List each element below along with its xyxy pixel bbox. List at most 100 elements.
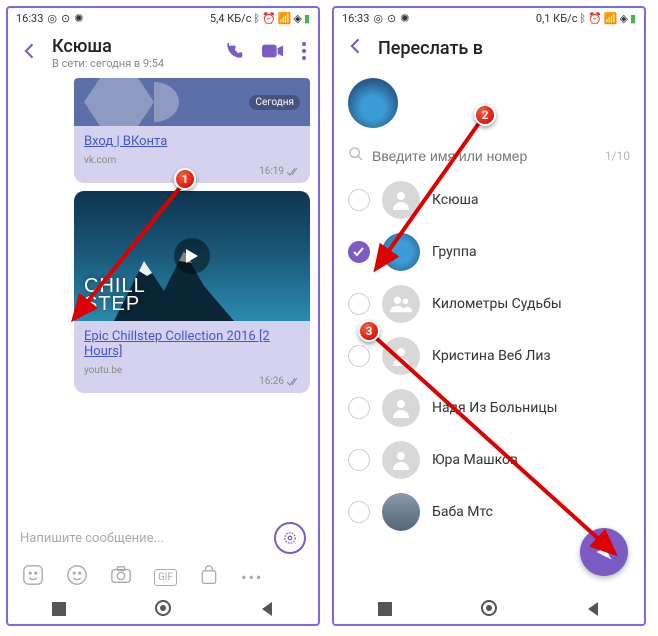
chat-subtitle: В сети: сегодня в 9:54 [52,57,212,70]
radio-checked[interactable] [348,241,370,263]
nav-back-icon[interactable] [260,601,274,620]
send-fab-button[interactable] [580,528,628,576]
video-message[interactable]: CHILLSTEP Epic Chillstep Collection 2016… [74,191,310,393]
message-link[interactable]: Вход | ВКонта [84,134,300,149]
voice-send-button[interactable] [274,522,306,554]
video-thumbnail[interactable]: CHILLSTEP [74,191,310,321]
contact-row[interactable]: Надя Из Больницы [338,382,640,434]
status-bar: 16:33 ◎ ⊙ ✺ 0,1 КБ/с ᛒ ⏰ 📶 ◈ ▮ [334,8,644,28]
battery-icon: ▮ [304,12,310,25]
compose-input[interactable]: Напишите сообщение... [20,531,266,546]
attachment-bar: GIF ••• [8,558,318,596]
annotation-marker-2: 2 [474,104,496,126]
call-icon[interactable] [224,41,244,65]
annotation-marker-1: 1 [174,168,196,190]
data-rate: 0,1 КБ/с [536,12,578,25]
emoji-icon[interactable] [22,564,44,590]
avatar [382,337,420,375]
avatar [382,389,420,427]
wifi-icon: ◈ [619,12,627,25]
more-icon[interactable] [302,42,306,64]
avatar [382,441,420,479]
video-time: 16:26 [84,376,300,387]
nav-home-icon[interactable] [481,600,497,620]
phone-left-chat: 16:33 ◎ ⊙ ✺ 5,4 КБ/с ᛒ ⏰ 📶 ◈ ▮ Ксюша В с… [6,6,320,626]
compass-icon: ⊙ [61,12,70,25]
video-domain: youtu.be [84,365,300,376]
forward-header: Переслать в [334,28,644,68]
contact-name: Километры Судьбы [432,296,562,312]
contact-name: Кристина Веб Лиз [432,348,551,364]
group-avatar-icon [382,285,420,323]
search-input[interactable] [372,148,605,164]
status-time: 16:33 [16,12,43,25]
forward-title: Переслать в [378,38,483,59]
contact-name: Баба Мтс [432,504,493,520]
contact-name: Группа [432,244,477,260]
compose-bar: Напишите сообщение... [8,518,318,558]
search-icon [348,146,364,166]
nav-back-icon[interactable] [586,601,600,620]
radio-unchecked[interactable] [348,501,370,523]
bluetooth-icon: ᛒ [253,12,260,25]
contact-name: Надя Из Больницы [432,400,558,416]
radio-unchecked[interactable] [348,449,370,471]
radio-unchecked[interactable] [348,293,370,315]
video-title-overlay: CHILLSTEP [84,277,146,313]
search-count: 1/10 [605,149,630,163]
battery-icon: ▮ [630,12,636,25]
settings-icon: ✺ [400,12,409,25]
chat-area: Сегодня Вход | ВКонта vk.com 16:19 CHILL… [8,78,318,518]
alarm-icon: ⏰ [262,12,276,25]
compass-icon: ⊙ [387,12,396,25]
video-call-icon[interactable] [262,43,284,63]
camera-icon: ◎ [47,12,57,25]
radio-unchecked[interactable] [348,189,370,211]
contact-row[interactable]: Ксюша [338,174,640,226]
back-arrow-icon[interactable] [20,41,40,65]
video-link[interactable]: Epic Chillstep Collection 2016 [2 Hours] [84,329,300,359]
radio-unchecked[interactable] [348,345,370,367]
annotation-marker-3: 3 [358,320,380,342]
nav-bar [8,596,318,624]
date-label: Сегодня [249,95,300,110]
gif-icon[interactable]: GIF [154,569,177,586]
data-rate: 5,4 КБ/с [210,12,252,25]
contact-name: Юра Машков [432,452,518,468]
play-icon[interactable] [174,238,210,274]
phone-right-forward: 16:33 ◎ ⊙ ✺ 0,1 КБ/с ᛒ ⏰ 📶 ◈ ▮ Переслать… [332,6,646,626]
nav-home-icon[interactable] [155,600,171,620]
contact-row[interactable]: Кристина Веб Лиз [338,330,640,382]
nav-bar [334,596,644,624]
avatar [382,493,420,531]
alarm-icon: ⏰ [588,12,602,25]
contact-row[interactable]: Юра Машков [338,434,640,486]
contact-row[interactable]: Группа [338,226,640,278]
contact-row[interactable]: Километры Судьбы [338,278,640,330]
sticker-icon[interactable] [66,564,88,590]
link-preview-banner[interactable]: Сегодня [74,78,310,126]
signal-icon: 📶 [604,12,618,25]
more-attach-icon[interactable]: ••• [241,568,263,587]
contact-list: Ксюша Группа Километры Судьбы Кристина В… [334,174,644,538]
selected-group-avatar[interactable] [348,78,398,128]
settings-icon: ✺ [74,12,83,25]
status-bar: 16:33 ◎ ⊙ ✺ 5,4 КБ/с ᛒ ⏰ 📶 ◈ ▮ [8,8,318,28]
nav-recent-icon[interactable] [52,601,66,620]
back-arrow-icon[interactable] [346,36,366,60]
search-row: 1/10 [334,138,644,174]
camera-attach-icon[interactable] [110,564,132,590]
camera-icon: ◎ [373,12,383,25]
avatar [382,233,420,271]
nav-recent-icon[interactable] [378,601,392,620]
chat-title: Ксюша [52,36,212,57]
bluetooth-icon: ᛒ [579,12,586,25]
contact-name: Ксюша [432,192,479,208]
status-time: 16:33 [342,12,369,25]
message-domain: vk.com [84,155,300,166]
shop-icon[interactable] [199,564,219,590]
radio-unchecked[interactable] [348,397,370,419]
wifi-icon: ◈ [293,12,301,25]
chat-header: Ксюша В сети: сегодня в 9:54 [8,28,318,78]
signal-icon: 📶 [278,12,292,25]
